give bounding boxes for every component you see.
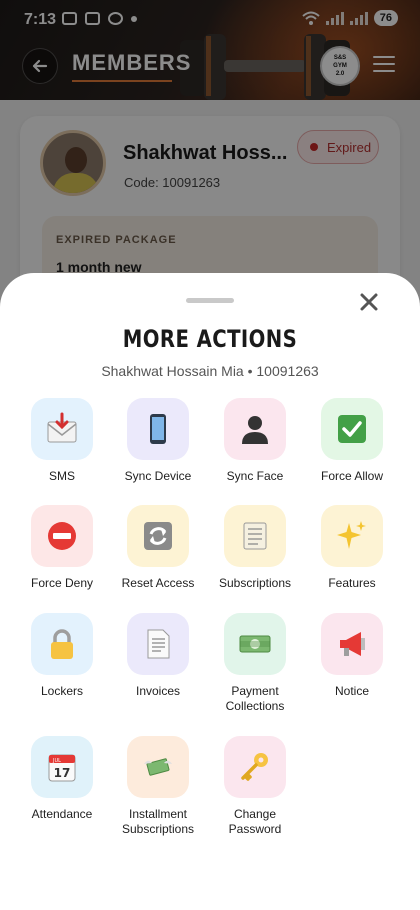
action-sms[interactable]: SMS	[14, 398, 110, 484]
action-lockers[interactable]: Lockers	[14, 613, 110, 699]
sheet-title: MORE ACTIONS	[122, 325, 298, 353]
sheet-subtitle: Shakhwat Hossain Mia • 10091263	[101, 363, 319, 379]
cash-icon	[224, 613, 286, 675]
action-payment-collections[interactable]: Payment Collections	[207, 613, 303, 714]
action-label: Change Password	[228, 807, 282, 836]
lock-icon	[31, 613, 93, 675]
action-attendance[interactable]: JUL 17 Attendance	[14, 736, 110, 822]
calendar-icon: JUL 17	[31, 736, 93, 798]
sparkles-icon	[321, 505, 383, 567]
megaphone-icon	[321, 613, 383, 675]
refresh-icon	[127, 505, 189, 567]
action-installment-subscriptions[interactable]: Installment Subscriptions	[110, 736, 206, 837]
close-icon[interactable]	[358, 291, 380, 313]
action-label: SMS	[48, 469, 75, 483]
key-icon	[224, 736, 286, 798]
action-label: Installment Subscriptions	[121, 807, 195, 836]
action-sync-face[interactable]: Sync Face	[207, 398, 303, 484]
action-label: Force Deny	[30, 576, 94, 590]
action-label: Force Allow	[320, 469, 384, 483]
calendar-month: JUL	[52, 758, 61, 764]
no-entry-icon	[31, 505, 93, 567]
money-wings-icon	[127, 736, 189, 798]
action-reset-access[interactable]: Reset Access	[110, 505, 206, 591]
action-label: Sync Device	[124, 469, 192, 483]
action-label: Features	[328, 576, 376, 590]
action-notice[interactable]: Notice	[304, 613, 400, 699]
action-label: Invoices	[135, 684, 181, 698]
action-subscriptions[interactable]: Subscriptions	[207, 505, 303, 591]
action-sync-device[interactable]: Sync Device	[110, 398, 206, 484]
person-icon	[224, 398, 286, 460]
action-label: Subscriptions	[218, 576, 292, 590]
action-label: Sync Face	[226, 469, 284, 483]
envelope-icon	[31, 398, 93, 460]
calendar-day: 17	[54, 766, 71, 780]
action-label: Notice	[334, 684, 369, 698]
action-label: Payment Collections	[225, 684, 285, 713]
action-label: Attendance	[31, 807, 93, 821]
scroll-icon	[224, 505, 286, 567]
more-actions-sheet: MORE ACTIONS Shakhwat Hossain Mia • 1009…	[0, 273, 420, 910]
phone-icon	[127, 398, 189, 460]
action-features[interactable]: Features	[304, 505, 400, 591]
action-label: Reset Access	[121, 576, 195, 590]
action-invoices[interactable]: Invoices	[110, 613, 206, 699]
action-change-password[interactable]: Change Password	[207, 736, 303, 837]
action-label: Lockers	[40, 684, 84, 698]
action-force-allow[interactable]: Force Allow	[304, 398, 400, 484]
document-icon	[127, 613, 189, 675]
action-force-deny[interactable]: Force Deny	[14, 505, 110, 591]
check-icon	[321, 398, 383, 460]
drag-handle[interactable]	[186, 298, 234, 303]
